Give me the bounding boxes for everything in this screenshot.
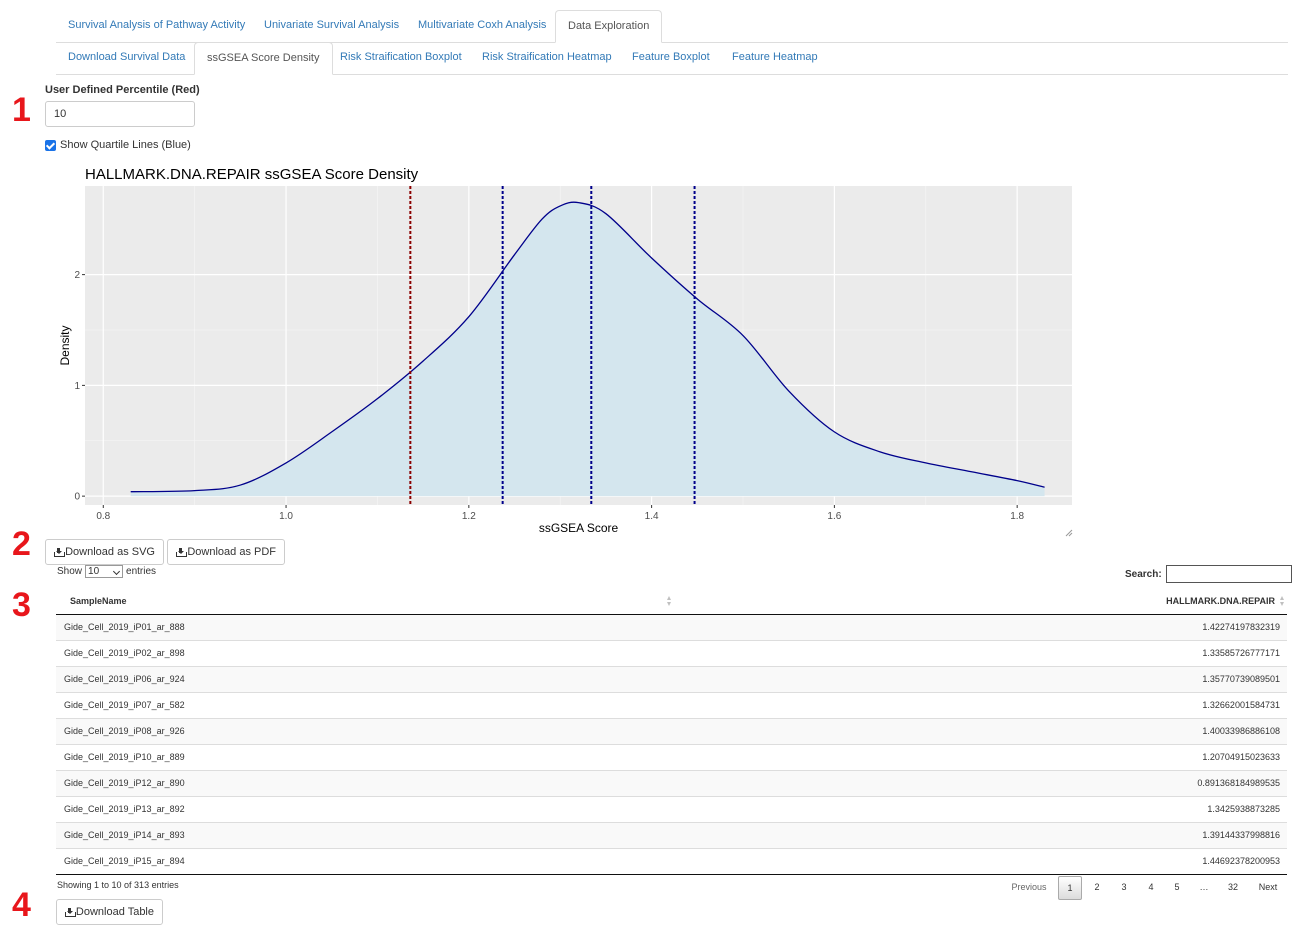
table-row: Gide_Cell_2019_iP02_ar_898 1.335857267771… — [56, 639, 1287, 666]
x-tick-label: 1.2 — [462, 511, 476, 522]
pagination-page-32[interactable]: 32 — [1221, 876, 1245, 900]
x-tick-label: 0.8 — [96, 511, 110, 522]
pagination-page-4[interactable]: 4 — [1139, 876, 1163, 900]
download-table-button[interactable]: Download Table — [56, 899, 163, 925]
cell-sample-name: Gide_Cell_2019_iP13_ar_892 — [56, 795, 676, 822]
download-table-label: Download Table — [75, 906, 154, 918]
show-label: Show — [57, 566, 83, 577]
column-header-label: HALLMARK.DNA.REPAIR — [1166, 595, 1275, 606]
y-tick-label: 1 — [74, 381, 80, 392]
pagination-next[interactable]: Next — [1249, 876, 1287, 900]
cell-sample-name: Gide_Cell_2019_iP07_ar_582 — [56, 691, 676, 718]
y-tick-label: 2 — [74, 270, 80, 281]
cell-score: 0.891368184989535 — [675, 769, 1287, 796]
cell-sample-name: Gide_Cell_2019_iP10_ar_889 — [56, 743, 676, 770]
density-plot: 0.8 1.0 1.2 1.4 1.6 1.8 0 1 2 ssGSEA Score Density — [58, 186, 1073, 537]
cell-sample-name: Gide_Cell_2019_iP12_ar_890 — [56, 769, 676, 796]
cell-score: 1.20704915023633 — [675, 743, 1287, 770]
page-length-select[interactable]: 10 — [85, 565, 124, 578]
pagination-page-2[interactable]: 2 — [1085, 876, 1109, 900]
x-axis-label: ssGSEA Score — [539, 521, 619, 535]
table-row: Gide_Cell_2019_iP14_ar_893 1.391443379988… — [56, 821, 1287, 848]
pagination-ellipsis: … — [1199, 882, 1209, 892]
pagination-page-1[interactable]: 1 — [1058, 876, 1082, 900]
cell-score: 1.3425938873285 — [675, 795, 1287, 822]
column-header-label: SampleName — [70, 595, 127, 606]
step-marker-4: 4 — [12, 886, 31, 924]
cell-score: 1.33585726777171 — [675, 639, 1287, 666]
download-icon — [176, 547, 188, 557]
length-control: Show 10 entries — [57, 565, 156, 578]
cell-sample-name: Gide_Cell_2019_iP01_ar_888 — [56, 613, 676, 640]
sort-icon — [666, 596, 672, 606]
search-label: Search: — [1125, 568, 1162, 580]
cell-sample-name: Gide_Cell_2019_iP02_ar_898 — [56, 639, 676, 666]
pagination-page-3[interactable]: 3 — [1112, 876, 1136, 900]
table-row: Gide_Cell_2019_iP15_ar_894 1.446923782009… — [56, 847, 1287, 875]
sort-icon — [1280, 596, 1285, 606]
download-svg-button[interactable]: Download as SVG — [45, 539, 164, 565]
download-icon — [65, 907, 76, 917]
table-row: Gide_Cell_2019_iP12_ar_890 0.891368184989… — [56, 769, 1287, 796]
cell-sample-name: Gide_Cell_2019_iP15_ar_894 — [56, 847, 676, 875]
x-tick-label: 1.0 — [279, 511, 293, 522]
y-tick-label: 0 — [74, 492, 80, 503]
cell-sample-name: Gide_Cell_2019_iP08_ar_926 — [56, 717, 676, 744]
x-tick-label: 1.8 — [1010, 511, 1024, 522]
table-row: Gide_Cell_2019_iP01_ar_888 1.422741978323… — [56, 613, 1287, 640]
table-row: Gide_Cell_2019_iP13_ar_892 1.342593887328… — [56, 795, 1287, 822]
column-header-samplename[interactable]: SampleName — [56, 588, 676, 615]
x-tick-label: 1.6 — [827, 511, 841, 522]
column-header-score[interactable]: HALLMARK.DNA.REPAIR — [675, 588, 1287, 615]
download-pdf-button[interactable]: Download as PDF — [167, 539, 285, 565]
y-axis-label: Density — [58, 325, 72, 365]
cell-sample-name: Gide_Cell_2019_iP14_ar_893 — [56, 821, 676, 848]
download-svg-label: Download as SVG — [65, 546, 155, 558]
cell-score: 1.39144337998816 — [675, 821, 1287, 848]
table-row: Gide_Cell_2019_iP08_ar_926 1.400339868861… — [56, 717, 1287, 744]
step-marker-3: 3 — [12, 586, 31, 624]
pagination-page-5[interactable]: 5 — [1165, 876, 1189, 900]
table-info: Showing 1 to 10 of 313 entries — [57, 880, 179, 890]
pagination-previous[interactable]: Previous — [1005, 876, 1053, 900]
table-row: Gide_Cell_2019_iP06_ar_924 1.357707390895… — [56, 665, 1287, 692]
cell-score: 1.44692378200953 — [675, 847, 1287, 875]
search-control: Search: — [1125, 565, 1292, 583]
table-row: Gide_Cell_2019_iP07_ar_582 1.326620015847… — [56, 691, 1287, 718]
data-table: SampleName HALLMARK.DNA.REPAIR Gide_Cell… — [56, 588, 1287, 875]
download-pdf-label: Download as PDF — [187, 546, 276, 558]
x-tick-label: 1.4 — [645, 511, 659, 522]
cell-sample-name: Gide_Cell_2019_iP06_ar_924 — [56, 665, 676, 692]
entries-label: entries — [126, 566, 157, 577]
cell-score: 1.42274197832319 — [675, 613, 1287, 640]
resize-handle-icon — [1065, 529, 1073, 537]
cell-score: 1.32662001584731 — [675, 691, 1287, 718]
search-input[interactable] — [1165, 565, 1292, 583]
download-icon — [54, 547, 66, 557]
table-row: Gide_Cell_2019_iP10_ar_889 1.207049150236… — [56, 743, 1287, 770]
cell-score: 1.35770739089501 — [675, 665, 1287, 692]
cell-score: 1.40033986886108 — [675, 717, 1287, 744]
